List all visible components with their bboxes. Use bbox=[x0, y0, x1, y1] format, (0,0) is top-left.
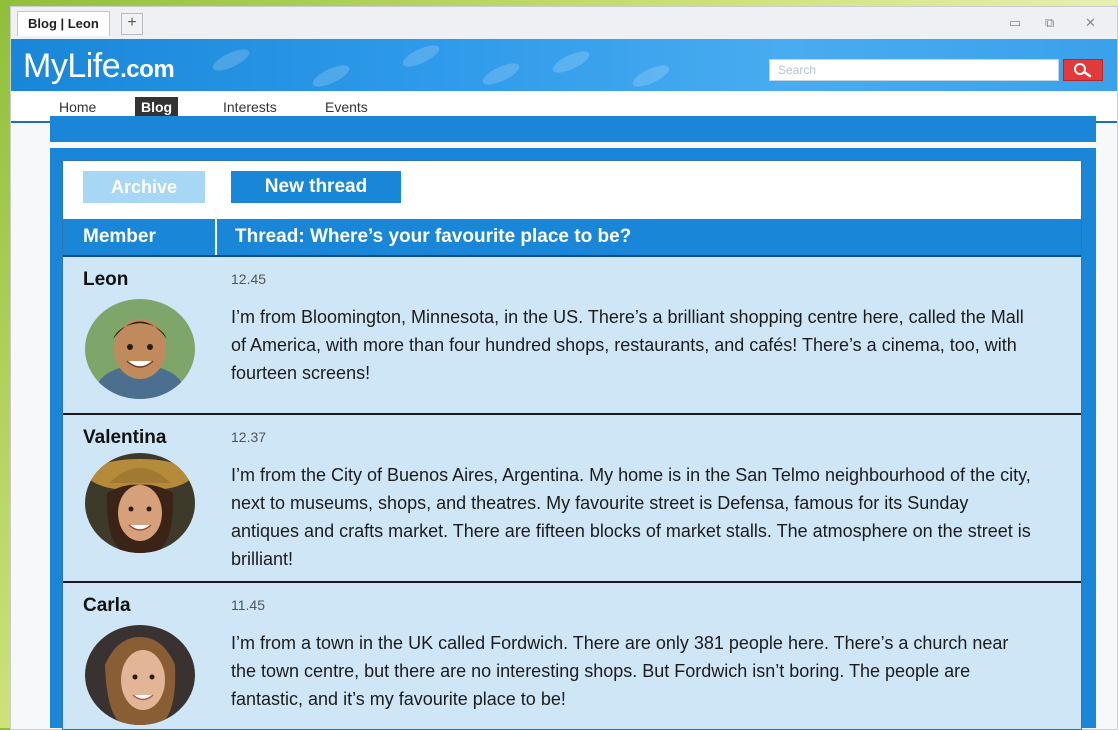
minimize-icon[interactable]: ▭ bbox=[1009, 15, 1021, 31]
maximize-icon[interactable]: ⧉ bbox=[1045, 15, 1054, 31]
leaf-decoration bbox=[309, 61, 353, 91]
avatar-valentina-icon bbox=[85, 453, 195, 553]
archive-button[interactable]: Archive bbox=[83, 171, 205, 203]
avatar[interactable] bbox=[85, 299, 195, 399]
nav-item-blog[interactable]: Blog bbox=[135, 97, 179, 117]
member-column-header: Member bbox=[83, 226, 156, 247]
post-row: Carla 11.45 I’m from a town in the UK ca… bbox=[63, 583, 1081, 729]
new-tab-button[interactable]: + bbox=[121, 13, 143, 35]
post-time: 11.45 bbox=[231, 597, 265, 613]
new-thread-button[interactable]: New thread bbox=[231, 171, 401, 203]
thread-panel: Archive New thread Member Thread: Where’… bbox=[62, 160, 1082, 730]
tab-bar: Blog | Leon + ▭ ⧉ ✕ bbox=[11, 7, 1117, 39]
post-author[interactable]: Valentina bbox=[83, 427, 166, 449]
site-logo[interactable]: MyLife.com bbox=[23, 47, 175, 86]
leaf-decoration bbox=[399, 41, 443, 71]
nav-item-events[interactable]: Events bbox=[319, 97, 374, 117]
header-strip bbox=[50, 116, 1096, 142]
site-header: MyLife.com bbox=[11, 39, 1117, 91]
search-icon bbox=[1074, 63, 1092, 78]
nav-item-interests[interactable]: Interests bbox=[217, 97, 283, 117]
leaf-decoration bbox=[209, 45, 253, 75]
close-icon[interactable]: ✕ bbox=[1085, 15, 1096, 31]
search-button[interactable] bbox=[1063, 59, 1103, 81]
post-time: 12.37 bbox=[231, 429, 267, 445]
post-text: I’m from Bloomington, Minnesota, in the … bbox=[231, 307, 1024, 383]
search-input[interactable] bbox=[769, 59, 1059, 81]
post-author[interactable]: Leon bbox=[83, 269, 128, 291]
nav-item-home[interactable]: Home bbox=[53, 97, 102, 117]
tab-blog-leon[interactable]: Blog | Leon bbox=[17, 11, 110, 36]
post-row: Leon 12.45 I’m from Bloomington, Minneso… bbox=[63, 257, 1081, 415]
avatar[interactable] bbox=[85, 453, 195, 553]
logo-main: MyLife bbox=[23, 47, 121, 85]
leaf-decoration bbox=[479, 59, 523, 89]
avatar[interactable] bbox=[85, 625, 195, 725]
leaf-decoration bbox=[629, 61, 673, 91]
post-row: Valentina 12.37 I’m from the City of Bue… bbox=[63, 415, 1081, 583]
post-time: 12.45 bbox=[231, 271, 267, 287]
avatar-leon-icon bbox=[85, 299, 195, 399]
avatar-carla-icon bbox=[85, 625, 195, 725]
logo-suffix: .com bbox=[120, 56, 175, 83]
leaf-decoration bbox=[549, 47, 593, 77]
post-text: I’m from a town in the UK called Fordwic… bbox=[231, 633, 1009, 709]
thread-title: Thread: Where’s your favourite place to … bbox=[235, 226, 632, 247]
thread-table-header: Member Thread: Where’s your favourite pl… bbox=[63, 219, 1081, 257]
column-divider bbox=[215, 219, 217, 255]
post-text: I’m from the City of Buenos Aires, Argen… bbox=[231, 465, 1031, 569]
post-author[interactable]: Carla bbox=[83, 595, 131, 617]
